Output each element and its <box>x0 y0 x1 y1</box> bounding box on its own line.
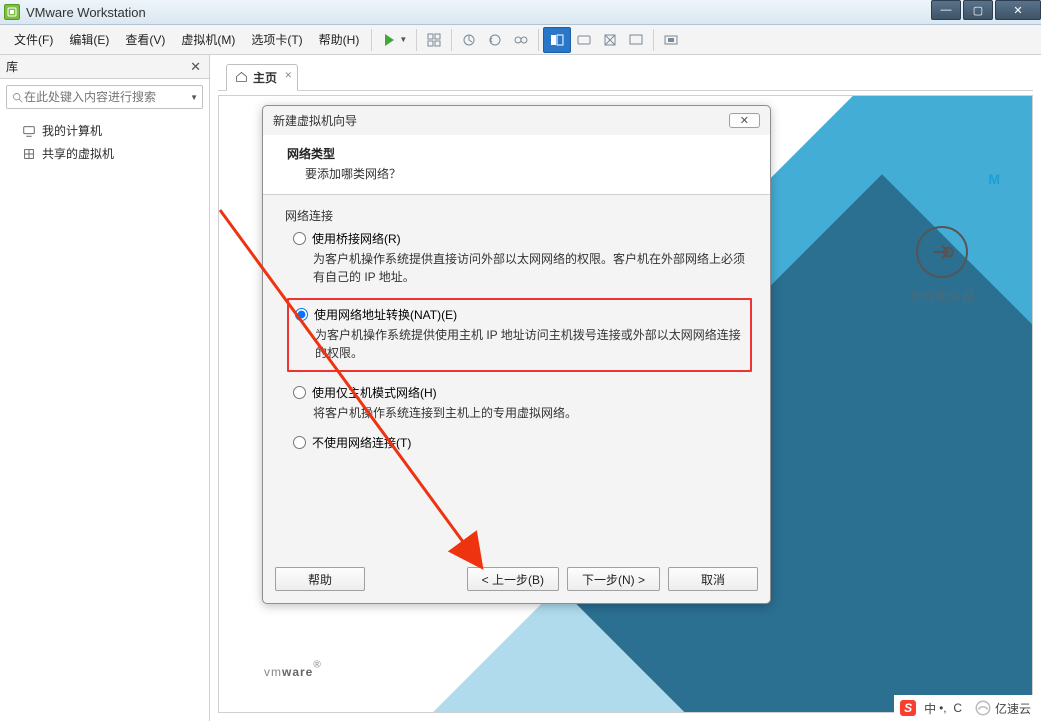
snapshot-icon[interactable] <box>456 28 482 52</box>
menu-vm[interactable]: 虚拟机(M) <box>173 27 243 52</box>
unity-icon[interactable] <box>597 28 623 52</box>
search-dropdown-icon[interactable]: ▼ <box>190 93 198 102</box>
system-tray: S 中 •, C 亿速云 <box>894 695 1041 721</box>
sidebar-search[interactable]: ▼ <box>6 85 203 109</box>
option-bridged[interactable]: 使用桥接网络(R) 为客户机操作系统提供直接访问外部以太网网络的权限。客户机在外… <box>285 230 748 286</box>
shared-icon <box>22 147 36 161</box>
console-view-button[interactable] <box>543 27 571 53</box>
tree-item-shared-vm[interactable]: 共享的虚拟机 <box>8 142 201 165</box>
option-desc: 将客户机操作系统连接到主机上的专用虚拟网络。 <box>293 401 748 422</box>
cancel-button[interactable]: 取消 <box>668 567 758 591</box>
dialog-heading: 网络类型 <box>287 145 754 162</box>
option-desc: 为客户机操作系统提供直接访问外部以太网网络的权限。客户机在外部网络上必须有自己的… <box>293 247 748 286</box>
close-button[interactable]: ✕ <box>995 0 1041 20</box>
separator <box>451 29 452 51</box>
option-label: 使用仅主机模式网络(H) <box>312 384 437 401</box>
maximize-button[interactable]: ▢ <box>963 0 993 20</box>
dialog-title: 新建虚拟机向导 <box>273 112 357 129</box>
library-sidebar: 库 ✕ ▼ 我的计算机 共享的虚拟机 <box>0 55 210 721</box>
dialog-close-button[interactable]: ✕ <box>729 113 760 128</box>
m-badge: M <box>988 171 1002 187</box>
separator <box>416 29 417 51</box>
option-none[interactable]: 不使用网络连接(T) <box>285 434 748 451</box>
window-title: VMware Workstation <box>26 5 146 20</box>
radio-nat[interactable] <box>295 308 308 321</box>
menu-file[interactable]: 文件(F) <box>6 27 61 52</box>
window-controls: — ▢ ✕ <box>929 0 1041 20</box>
option-label: 使用网络地址转换(NAT)(E) <box>314 306 457 323</box>
dialog-header: 网络类型 要添加哪类网络？ <box>263 135 770 195</box>
option-nat[interactable]: 使用网络地址转换(NAT)(E) 为客户机操作系统提供使用主机 IP 地址访问主… <box>287 298 752 372</box>
help-button[interactable]: 帮助 <box>275 567 365 591</box>
manage-snapshot-icon[interactable] <box>508 28 534 52</box>
power-on-button[interactable]: ▼ <box>376 28 412 52</box>
menu-bar: 文件(F) 编辑(E) 查看(V) 虚拟机(M) 选项卡(T) 帮助(H) ▼ <box>0 25 1041 55</box>
option-desc: 为客户机操作系统提供使用主机 IP 地址访问主机拨号连接或外部以太网网络连接的权… <box>295 323 744 362</box>
revert-icon[interactable] <box>482 28 508 52</box>
thumbnail-view-icon[interactable] <box>571 28 597 52</box>
title-bar: VMware Workstation — ▢ ✕ <box>0 0 1041 25</box>
computer-icon <box>22 124 36 138</box>
sogou-icon[interactable]: S <box>900 700 916 716</box>
separator <box>538 29 539 51</box>
group-label-network: 网络连接 <box>285 207 748 224</box>
separator <box>371 29 372 51</box>
connect-remote-label: 远程服务器 <box>877 286 1007 305</box>
option-label: 使用桥接网络(R) <box>312 230 401 247</box>
radio-none[interactable] <box>293 436 306 449</box>
ime-indicator[interactable]: 中 •, C <box>920 698 966 719</box>
separator <box>653 29 654 51</box>
menu-view[interactable]: 查看(V) <box>117 27 173 52</box>
app-icon <box>4 4 20 20</box>
tab-close-icon[interactable]: ✕ <box>284 70 292 81</box>
minimize-button[interactable]: — <box>931 0 961 20</box>
new-vm-wizard-dialog: 新建虚拟机向导 ✕ 网络类型 要添加哪类网络？ 网络连接 使用桥接网络(R) 为… <box>262 105 771 604</box>
dialog-subheading: 要添加哪类网络？ <box>287 162 754 182</box>
option-label: 不使用网络连接(T) <box>312 434 411 451</box>
brand-badge: 亿速云 <box>970 697 1035 719</box>
tab-home[interactable]: 主页 ✕ <box>226 64 298 91</box>
radio-hostonly[interactable] <box>293 386 306 399</box>
free-look-icon[interactable] <box>658 28 684 52</box>
vmware-logo: vmware® <box>264 656 322 682</box>
menu-help[interactable]: 帮助(H) <box>311 27 368 52</box>
home-icon <box>235 70 248 86</box>
sidebar-close-icon[interactable]: ✕ <box>188 59 203 75</box>
tree-item-label: 共享的虚拟机 <box>42 145 114 162</box>
option-hostonly[interactable]: 使用仅主机模式网络(H) 将客户机操作系统连接到主机上的专用虚拟网络。 <box>285 384 748 422</box>
sidebar-title: 库 <box>6 58 18 75</box>
radio-bridged[interactable] <box>293 232 306 245</box>
menu-tabs[interactable]: 选项卡(T) <box>243 27 310 52</box>
connect-remote-card[interactable]: 远程服务器 <box>877 226 1007 305</box>
connect-remote-icon <box>916 226 968 278</box>
fullscreen-icon[interactable] <box>623 28 649 52</box>
tree-item-my-computer[interactable]: 我的计算机 <box>8 119 201 142</box>
back-button[interactable]: < 上一步(B) <box>467 567 559 591</box>
oobe-icon[interactable] <box>421 28 447 52</box>
tab-label: 主页 <box>253 69 277 86</box>
tab-strip: 主页 ✕ <box>218 63 1033 91</box>
menu-edit[interactable]: 编辑(E) <box>61 27 117 52</box>
search-input[interactable] <box>24 90 186 104</box>
next-button[interactable]: 下一步(N) > <box>567 567 660 591</box>
search-icon <box>11 91 24 104</box>
tree-item-label: 我的计算机 <box>42 122 102 139</box>
